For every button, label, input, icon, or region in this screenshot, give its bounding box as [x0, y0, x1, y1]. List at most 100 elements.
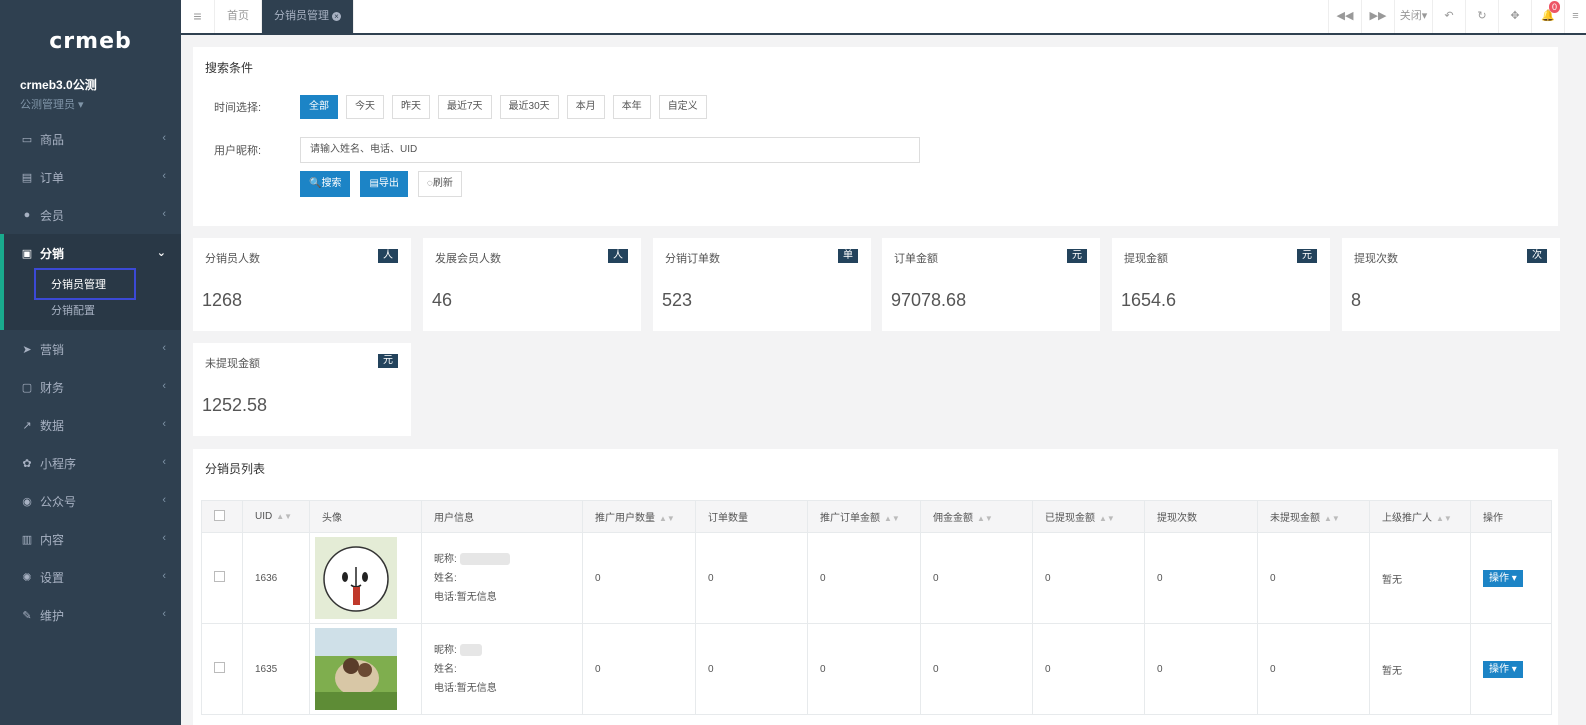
unit-badge: 元 [1067, 249, 1087, 263]
miniprogram-icon: ✿ [22, 457, 32, 470]
sort-icon: ▲▼ [276, 512, 293, 521]
tab-home[interactable]: 首页 [215, 0, 262, 33]
chevron-left-icon: ‹ [162, 456, 166, 468]
col-avatar: 头像 [309, 500, 422, 533]
col-actions: 操作 [1470, 500, 1552, 533]
nickname-row: 用户昵称: 请输入姓名、电话、UID [214, 137, 920, 163]
distribution-submenu: 分销员管理 分销配置 [0, 268, 181, 330]
row-checkbox[interactable] [214, 662, 225, 673]
chart-icon: ↗ [22, 419, 32, 432]
chevron-left-icon: ‹ [162, 170, 166, 182]
sidebar-item-miniprogram[interactable]: ✿ 小程序 ‹ [0, 444, 181, 482]
bell-icon[interactable]: 🔔 0 [1531, 0, 1564, 33]
stat-value: 46 [432, 290, 453, 310]
col-withdrawn[interactable]: 已提现金额 ▲▼ [1032, 500, 1145, 533]
col-promote-amount[interactable]: 推广订单金额 ▲▼ [807, 500, 921, 533]
stat-value: 1268 [202, 290, 243, 310]
refresh-button[interactable]: ◌刷新 [417, 171, 462, 197]
stat-card-not-withdrawn: 未提现金额元 1252.58 [193, 343, 411, 436]
scroll-right-icon[interactable]: ▶▶ [1361, 0, 1394, 33]
stat-value: 1252.58 [202, 395, 268, 415]
nickname-search-input[interactable]: 请输入姓名、电话、UID [300, 137, 920, 163]
action-dropdown-button[interactable]: 操作 ▾ [1483, 660, 1523, 678]
chevron-left-icon: ‹ [162, 494, 166, 506]
time-filter-today[interactable]: 今天 [346, 95, 384, 119]
sidebar-item-distribution[interactable]: ▣ 分销 ⌄ [0, 234, 181, 272]
sidebar-item-marketing[interactable]: ➤ 营销 ‹ [0, 330, 181, 368]
col-not-withdrawn[interactable]: 未提现金额 ▲▼ [1257, 500, 1370, 533]
sidebar-item-data[interactable]: ↗ 数据 ‹ [0, 406, 181, 444]
stat-value: 97078.68 [891, 290, 967, 310]
fullscreen-icon[interactable]: ✥ [1498, 0, 1531, 33]
avatar[interactable] [315, 628, 397, 710]
sidebar-item-orders[interactable]: ▤ 订单 ‹ [0, 158, 181, 196]
book-icon: ▥ [21, 533, 33, 546]
profile-role-dropdown[interactable]: 公测管理员 ▾ [20, 96, 181, 112]
distributor-list-panel: 分销员列表 UID ▲▼ 头像 用户信息 推广用户数量 ▲▼ 订单数量 推广订单金额… [193, 449, 1558, 725]
refresh-icon[interactable]: ↻ [1465, 0, 1498, 33]
sidebar-item-goods[interactable]: ▭ 商品 ‹ [0, 120, 181, 158]
cell-not-withdrawn: 0 [1257, 532, 1370, 624]
cell-promote-users: 0 [582, 532, 696, 624]
profile-name: crmeb3.0公测 [20, 78, 97, 92]
back-icon[interactable]: ↶ [1432, 0, 1465, 33]
time-filter-yesterday[interactable]: 昨天 [392, 95, 430, 119]
sub-item-distributor-management[interactable]: 分销员管理 [4, 268, 181, 300]
avatar[interactable] [315, 537, 397, 619]
sidebar-item-content[interactable]: ▥ 内容 ‹ [0, 520, 181, 558]
scroll-left-icon[interactable]: ◀◀ [1328, 0, 1361, 33]
blurred-nickname [459, 552, 510, 565]
sidebar-item-maintenance[interactable]: ✎ 维护 ‹ [0, 596, 181, 634]
unit-badge: 元 [1297, 249, 1317, 263]
sidebar: crmeb crmeb3.0公测 公测管理员 ▾ ▭ 商品 ‹ ▤ 订单 ‹ ● 会员 ‹ … [0, 0, 181, 725]
cell-withdraw-count: 0 [1144, 623, 1258, 715]
time-filter-year[interactable]: 本年 [612, 95, 651, 119]
menu-toggle-icon[interactable]: ≡ [181, 0, 215, 33]
row-checkbox[interactable] [214, 571, 225, 582]
cell-superior: 暂无 [1369, 532, 1471, 624]
chevron-left-icon: ‹ [162, 532, 166, 544]
col-user-info: 用户信息 [421, 500, 583, 533]
sort-icon: ▲▼ [1099, 514, 1115, 523]
sub-item-distribution-config[interactable]: 分销配置 [4, 298, 181, 324]
cell-promote-amount: 0 [807, 623, 921, 715]
unit-badge: 单 [838, 249, 858, 263]
logo: crmeb [49, 29, 132, 54]
sidebar-item-finance[interactable]: ▢ 财务 ‹ [0, 368, 181, 406]
unit-badge: 元 [378, 354, 398, 368]
sort-icon: ▲▼ [1324, 514, 1340, 523]
col-commission[interactable]: 佣金金额 ▲▼ [920, 500, 1033, 533]
time-filter-month[interactable]: 本月 [566, 95, 605, 119]
time-filter-30days[interactable]: 最近30天 [499, 95, 559, 119]
chevron-left-icon: ‹ [162, 380, 166, 392]
goods-icon: ▭ [21, 133, 33, 146]
export-button[interactable]: ▤导出 [360, 171, 408, 197]
tab-distributor-management[interactable]: 分销员管理 × [262, 0, 354, 33]
chevron-left-icon: ‹ [162, 608, 166, 620]
time-filter-all[interactable]: 全部 [300, 95, 338, 119]
close-tab-icon[interactable]: × [332, 12, 341, 21]
col-superior[interactable]: 上级推广人 ▲▼ [1369, 500, 1471, 533]
gear-icon: ✺ [22, 571, 32, 584]
table-header-row: UID ▲▼ 头像 用户信息 推广用户数量 ▲▼ 订单数量 推广订单金额 ▲▼ 佣金金… [201, 500, 1552, 533]
close-tabs-dropdown[interactable]: 关闭▾ [1394, 0, 1432, 33]
sidebar-item-official-account[interactable]: ◉ 公众号 ‹ [0, 482, 181, 520]
user-profile[interactable]: crmeb3.0公测 公测管理员 ▾ [0, 62, 181, 112]
time-filter-7days[interactable]: 最近7天 [438, 95, 492, 119]
select-all-checkbox[interactable] [214, 509, 225, 521]
cell-user-info: 昵称: 姓名: 电话:暂无信息 [421, 532, 583, 624]
more-menu-icon[interactable]: ≡ [1564, 0, 1586, 33]
stat-value: 1654.6 [1121, 290, 1177, 310]
sidebar-item-members[interactable]: ● 会员 ‹ [0, 196, 181, 234]
table-row: 1636 昵称: 姓名: 电话:暂无信息 0 0 0 0 0 0 0 暂无 操作… [201, 532, 1552, 624]
time-filter-custom[interactable]: 自定义 [658, 95, 707, 119]
action-dropdown-button[interactable]: 操作 ▾ [1483, 569, 1523, 587]
sidebar-item-settings[interactable]: ✺ 设置 ‹ [0, 558, 181, 596]
col-uid[interactable]: UID ▲▼ [242, 500, 310, 533]
col-promote-users[interactable]: 推广用户数量 ▲▼ [582, 500, 696, 533]
search-button[interactable]: 🔍搜索 [300, 171, 351, 197]
cell-user-info: 昵称: 姓名: 电话:暂无信息 [421, 623, 583, 715]
stat-card-members: 发展会员人数人 46 [423, 238, 641, 331]
chevron-left-icon: ‹ [162, 208, 166, 220]
sort-icon: ▲▼ [659, 514, 675, 523]
